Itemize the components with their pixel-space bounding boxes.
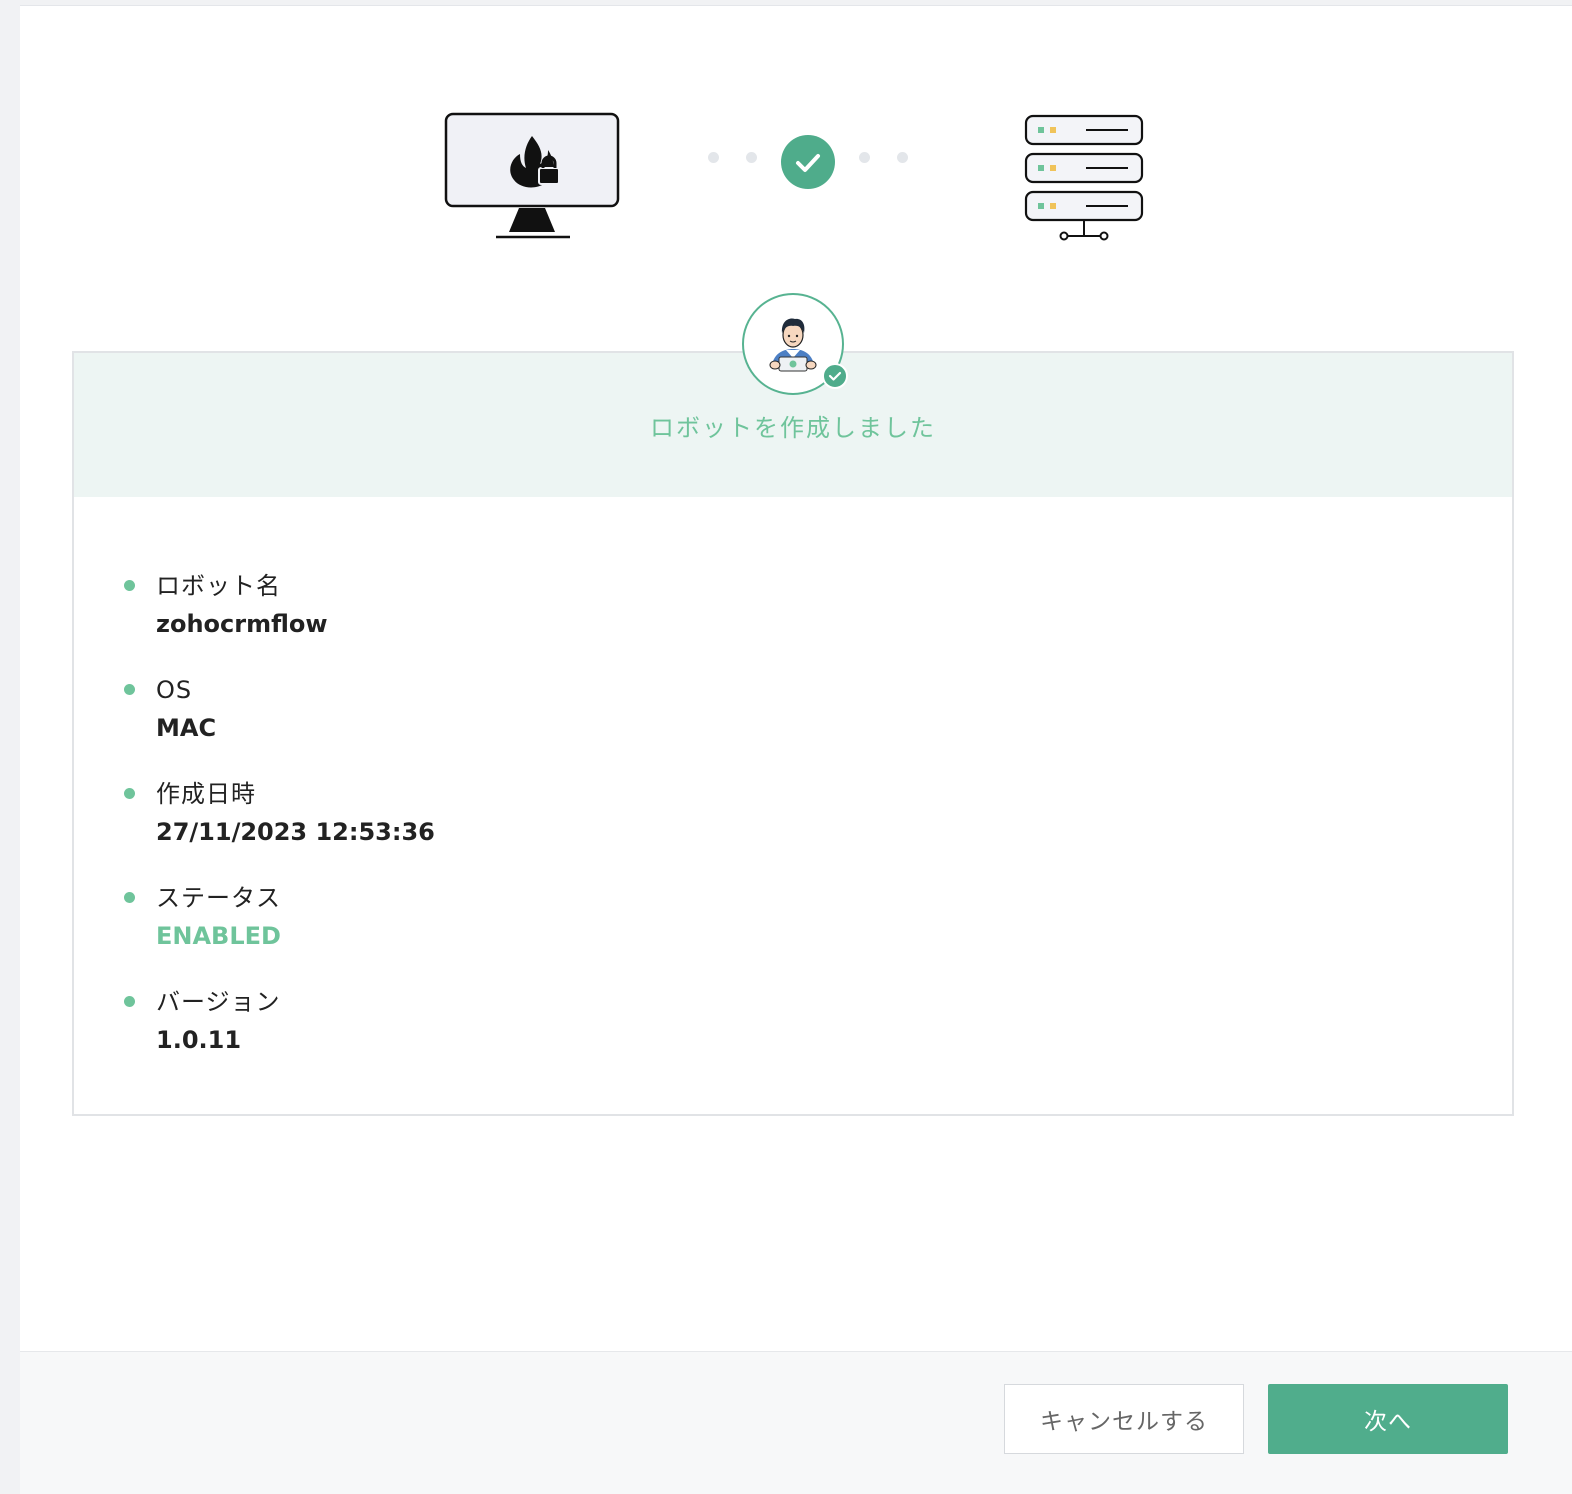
detail-value: MAC xyxy=(156,714,217,742)
progress-dot xyxy=(746,152,757,163)
detail-label: ステータス xyxy=(156,884,281,912)
bullet-icon xyxy=(124,684,135,695)
detail-version: バージョン 1.0.11 xyxy=(124,985,435,1089)
bullet-icon xyxy=(124,580,135,591)
detail-created-at: 作成日時 27/11/2023 12:53:36 xyxy=(124,777,435,881)
connection-visual xyxy=(20,6,1572,286)
bullet-icon xyxy=(124,788,135,799)
detail-value: 27/11/2023 12:53:36 xyxy=(156,818,435,846)
detail-label: ロボット名 xyxy=(156,572,281,600)
check-icon xyxy=(781,135,835,189)
next-button[interactable]: 次へ xyxy=(1268,1384,1508,1454)
progress-dot xyxy=(859,152,870,163)
progress-dot xyxy=(897,152,908,163)
status-badge: ENABLED xyxy=(156,922,281,950)
detail-label: バージョン xyxy=(156,988,281,1016)
result-card: ロボットを作成しました ロボット名 zohocrmflow OS MAC 作成日… xyxy=(72,293,1514,1116)
monitor-firewall-icon xyxy=(444,112,620,239)
robot-details-list: ロボット名 zohocrmflow OS MAC 作成日時 27/11/2023… xyxy=(124,569,435,1089)
progress-dot xyxy=(708,152,719,163)
robot-created-panel: ロボットを作成しました ロボット名 zohocrmflow OS MAC 作成日… xyxy=(20,5,1572,1494)
result-title: ロボットを作成しました xyxy=(650,414,936,442)
detail-label: OS xyxy=(156,676,193,704)
detail-robot-name: ロボット名 zohocrmflow xyxy=(124,569,435,673)
check-badge-icon xyxy=(822,363,848,389)
server-icon xyxy=(1024,114,1144,241)
cancel-button[interactable]: キャンセルする xyxy=(1004,1384,1244,1454)
detail-value: zohocrmflow xyxy=(156,610,328,638)
detail-value: 1.0.11 xyxy=(156,1026,242,1054)
bullet-icon xyxy=(124,892,135,903)
detail-label: 作成日時 xyxy=(156,780,256,808)
bullet-icon xyxy=(124,996,135,1007)
footer-actions: キャンセルする 次へ xyxy=(20,1351,1572,1494)
robot-user-avatar-icon xyxy=(742,293,848,395)
result-banner: ロボットを作成しました xyxy=(74,293,1512,497)
detail-status: ステータス ENABLED xyxy=(124,881,435,985)
detail-os: OS MAC xyxy=(124,673,435,777)
